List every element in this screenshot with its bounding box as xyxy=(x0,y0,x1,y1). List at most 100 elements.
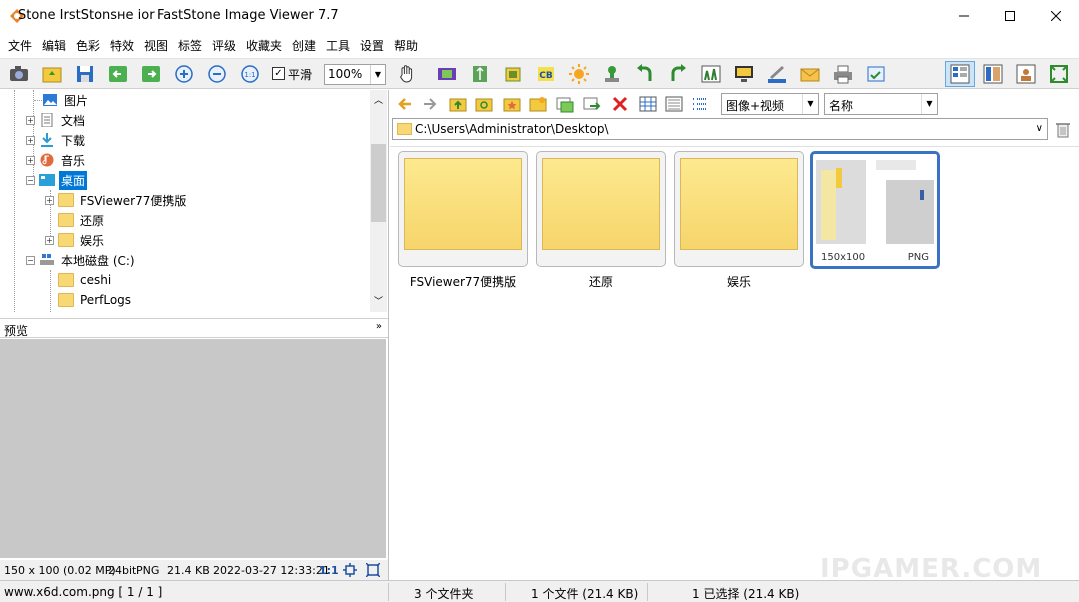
maximize-button[interactable] xyxy=(987,0,1033,32)
thumbnail-folder-fsviewer[interactable] xyxy=(398,151,528,267)
tree-item-local-disk-c[interactable]: − 本地磁盘 (C:) xyxy=(26,250,137,270)
zoom-select[interactable]: 100% ▼ xyxy=(324,64,386,85)
thumbnail-folder-restore[interactable] xyxy=(536,151,666,267)
hand-tool-button[interactable] xyxy=(396,63,426,85)
refresh-folder-icon[interactable] xyxy=(474,94,494,114)
crop-button[interactable] xyxy=(502,63,524,85)
thumbnail-grid: FSViewer77便携版 还原 娱乐 150x100 PNG xyxy=(390,146,1079,580)
save-button[interactable] xyxy=(74,63,96,85)
move-to-icon[interactable] xyxy=(582,94,602,114)
brightness-button[interactable] xyxy=(568,63,590,85)
tree-item-restore[interactable]: 还原 xyxy=(58,210,106,230)
slideshow-button[interactable] xyxy=(436,63,458,85)
collapse-icon[interactable]: − xyxy=(26,255,35,265)
menu-effects[interactable]: 特效 xyxy=(110,37,134,54)
color-balance-icon: CB xyxy=(538,67,554,81)
tree-item-documents[interactable]: + 文档 xyxy=(26,110,87,130)
email-button[interactable] xyxy=(799,63,821,85)
menu-color[interactable]: 色彩 xyxy=(76,37,100,54)
delete-icon[interactable] xyxy=(610,94,630,114)
scrollbar-thumb[interactable] xyxy=(371,144,386,222)
window-title: FastStone Image Viewer 7.7 xyxy=(157,8,339,23)
fit-icon[interactable] xyxy=(343,563,357,577)
crop-icon xyxy=(505,67,521,82)
menu-tools[interactable]: 工具 xyxy=(326,37,350,54)
tree-item-pictures[interactable]: 图片 xyxy=(34,90,90,110)
folder-icon xyxy=(404,158,522,250)
expand-icon[interactable]: + xyxy=(45,235,54,245)
back-arrow-icon[interactable] xyxy=(395,94,415,114)
thumbnails-view-icon[interactable] xyxy=(638,94,658,114)
browser-layout-1-button[interactable] xyxy=(945,61,975,87)
chevron-up-icon[interactable]: ︿ xyxy=(374,93,383,106)
tree-item-desktop[interactable]: − 桌面 xyxy=(26,170,88,190)
tree-item-ceshi[interactable]: ceshi xyxy=(58,270,113,290)
batch-button[interactable] xyxy=(865,63,887,85)
camera-button[interactable] xyxy=(8,63,30,85)
list-view-icon[interactable] xyxy=(664,94,684,114)
forward-arrow-icon[interactable] xyxy=(420,94,440,114)
tree-scrollbar[interactable]: ︿ ﹀ xyxy=(370,90,387,312)
menu-favorites[interactable]: 收藏夹 xyxy=(246,37,282,54)
expand-icon[interactable]: + xyxy=(26,115,35,125)
menu-edit[interactable]: 编辑 xyxy=(42,37,66,54)
stamp-button[interactable] xyxy=(601,63,623,85)
menu-tags[interactable]: 标签 xyxy=(178,37,202,54)
chevron-down-icon[interactable]: ∨ xyxy=(1036,123,1043,134)
actual-size-button[interactable]: 1:1 xyxy=(239,63,261,85)
thumbnail-folder-entertainment[interactable] xyxy=(674,151,804,267)
print-button[interactable] xyxy=(832,63,854,85)
folder-icon xyxy=(58,233,74,247)
expand-icon[interactable]: + xyxy=(26,155,35,165)
tree-item-music[interactable]: + 音乐 xyxy=(26,150,87,170)
tree-item-perflogs[interactable]: PerfLogs xyxy=(58,290,133,310)
path-input[interactable]: C:\Users\Administrator\Desktop\ ∨ xyxy=(392,118,1048,140)
zoom-in-button[interactable] xyxy=(173,63,195,85)
layout-preview-icon xyxy=(983,64,1003,84)
filter-select[interactable]: 图像+视频 ▼ xyxy=(721,93,819,115)
menu-view[interactable]: 视图 xyxy=(144,37,168,54)
expand-icon[interactable]: + xyxy=(26,135,35,145)
zoom-out-button[interactable] xyxy=(206,63,228,85)
tree-item-entertainment[interactable]: + 娱乐 xyxy=(45,230,106,250)
browser-layout-2-button[interactable] xyxy=(978,61,1008,87)
collapse-preview-icon[interactable]: » xyxy=(376,321,382,332)
fullscreen-small-icon[interactable] xyxy=(366,563,380,577)
next-button[interactable] xyxy=(140,63,162,85)
menu-rating[interactable]: 评级 xyxy=(212,37,236,54)
tree-item-downloads[interactable]: + 下载 xyxy=(26,130,87,150)
recycle-bin-icon[interactable] xyxy=(1054,120,1072,138)
smooth-checkbox[interactable]: ✓ xyxy=(272,67,285,80)
menu-settings[interactable]: 设置 xyxy=(360,37,384,54)
tree-item-fsviewer[interactable]: + FSViewer77便携版 xyxy=(45,190,188,210)
minimize-button[interactable] xyxy=(941,0,987,32)
menu-help[interactable]: 帮助 xyxy=(394,37,418,54)
thumbnail-image-selected[interactable]: 150x100 PNG xyxy=(810,151,940,269)
folder-icon xyxy=(58,193,74,207)
close-button[interactable] xyxy=(1033,0,1079,32)
previous-button[interactable] xyxy=(107,63,129,85)
histogram-button[interactable] xyxy=(700,63,722,85)
menu-create[interactable]: 创建 xyxy=(292,37,316,54)
rotate-right-button[interactable] xyxy=(667,63,689,85)
color-balance-button[interactable]: CB xyxy=(535,63,557,85)
rotate-left-button[interactable] xyxy=(634,63,656,85)
collapse-icon[interactable]: − xyxy=(26,175,35,185)
zoom-ratio[interactable]: 1:1 xyxy=(319,564,339,577)
browser-layout-3-button[interactable] xyxy=(1011,61,1041,87)
menu-file[interactable]: 文件 xyxy=(8,37,32,54)
chevron-down-icon[interactable]: ﹀ xyxy=(374,294,383,307)
scan-button[interactable] xyxy=(766,63,788,85)
open-button[interactable] xyxy=(41,63,63,85)
hand-icon xyxy=(399,65,413,83)
fullscreen-button[interactable] xyxy=(1044,61,1074,87)
parent-folder-icon[interactable] xyxy=(448,94,468,114)
copy-to-icon[interactable] xyxy=(555,94,575,114)
new-folder-icon[interactable] xyxy=(528,94,548,114)
sort-select[interactable]: 名称 ▼ xyxy=(824,93,938,115)
wallpaper-button[interactable] xyxy=(733,63,755,85)
details-view-icon[interactable] xyxy=(690,94,710,114)
expand-icon[interactable]: + xyxy=(45,195,54,205)
resize-button[interactable] xyxy=(469,63,491,85)
favorite-folder-icon[interactable] xyxy=(502,94,522,114)
